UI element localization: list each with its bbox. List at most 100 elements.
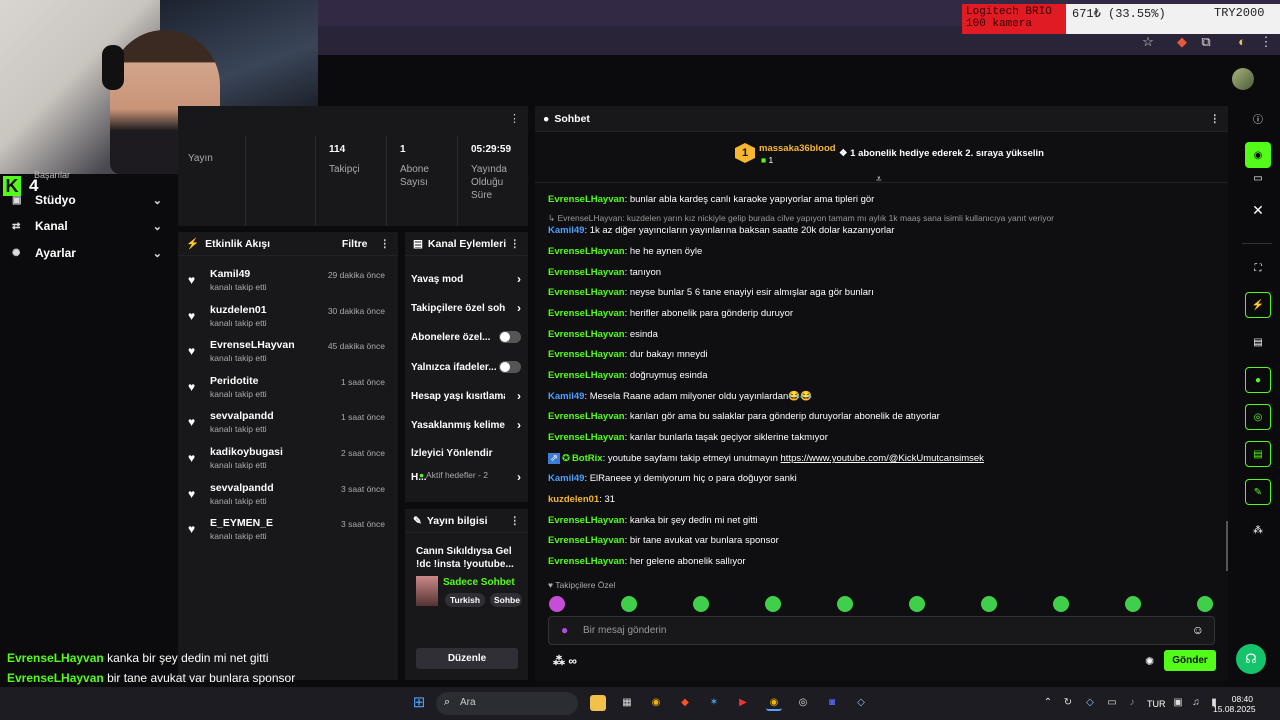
- chat-message[interactable]: Kamil49: ElRaneee yi demiyorum hiç o par…: [548, 473, 797, 484]
- info-icon[interactable]: ⓘ: [1245, 105, 1271, 131]
- chat-message[interactable]: EvrenseLHayvan: herifler abonelik para g…: [548, 308, 793, 319]
- chat-message[interactable]: EvrenseLHayvan: esinda: [548, 329, 658, 340]
- chat-username[interactable]: EvrenseLHayvan: [548, 246, 625, 257]
- feed-item[interactable]: ♥ EvrenseLHayvan kanalı takip etti 45 dakik…: [188, 339, 388, 375]
- tray-sync-icon[interactable]: ↻: [1060, 695, 1076, 711]
- emote-icon[interactable]: [1125, 596, 1141, 612]
- windows-start-icon[interactable]: ⊞: [411, 695, 427, 711]
- brave-icon[interactable]: ◆: [677, 695, 693, 711]
- chat-username[interactable]: EvrenseLHayvan: [548, 194, 625, 205]
- stream-category[interactable]: Sadece Sohbet: [443, 577, 515, 588]
- chrome-active-icon[interactable]: ◉: [766, 695, 782, 711]
- toggle-switch[interactable]: [499, 331, 521, 343]
- store-icon[interactable]: ▦: [619, 695, 635, 711]
- chat-message[interactable]: Kamil49: 1k az diğer yayıncıların yayınl…: [548, 225, 894, 236]
- channel-action-row[interactable]: Yasaklanmış kelimele ›: [411, 414, 521, 436]
- chat-message[interactable]: ↳ EvrenseLHayvan: kuzdelen yarın kız nic…: [548, 213, 1054, 224]
- bookmark-star-icon[interactable]: ☆: [1141, 35, 1155, 49]
- feed-item[interactable]: ♥ Kamil49 kanalı takip etti 29 dakika önce: [188, 268, 388, 304]
- chat-username[interactable]: EvrenseLHayvan: [548, 515, 625, 526]
- pinned-username[interactable]: massaka36blood: [759, 143, 836, 154]
- expand-icon[interactable]: ⩡: [876, 174, 886, 185]
- feed-item[interactable]: ♥ kadikoybugasi kanalı takip etti 2 saat ön…: [188, 446, 388, 482]
- emote-icon[interactable]: [693, 596, 709, 612]
- chat-username[interactable]: EvrenseLHayvan: [548, 432, 625, 443]
- chat-message[interactable]: EvrenseLHayvan: tanıyon: [548, 267, 661, 278]
- emote-icon[interactable]: [549, 596, 565, 612]
- chat-username[interactable]: EvrenseLHayvan: [548, 535, 625, 546]
- channel-actions-menu-icon[interactable]: ⋮: [510, 238, 521, 250]
- taskbar-search[interactable]: ⌕ Ara: [436, 692, 578, 715]
- volume-icon[interactable]: ♫: [1188, 695, 1204, 711]
- language-indicator[interactable]: TUR: [1147, 699, 1166, 709]
- feed-item[interactable]: ♥ Peridotite kanalı takip etti 1 saat önce: [188, 375, 388, 411]
- activity-rail-icon[interactable]: ⚡: [1245, 292, 1271, 318]
- fullscreen-icon[interactable]: ⛶: [1245, 255, 1271, 281]
- browser-menu-icon[interactable]: ⋮: [1259, 35, 1273, 49]
- emote-icon[interactable]: [981, 596, 997, 612]
- chat-username[interactable]: EvrenseLHayvan: [548, 329, 625, 340]
- stream-info-menu-icon[interactable]: ⋮: [510, 515, 521, 527]
- microphone-icon[interactable]: ●: [561, 623, 568, 637]
- chat-message[interactable]: EvrenseLHayvan: doğruymuş esinda: [548, 370, 708, 381]
- extensions-icon[interactable]: ⧉: [1199, 35, 1213, 49]
- chat-username[interactable]: EvrenseLHayvan: [548, 349, 625, 360]
- feed-item[interactable]: ♥ sevvalpandd kanalı takip etti 1 saat önce: [188, 410, 388, 446]
- channel-action-row[interactable]: Abonelere özel...: [411, 326, 521, 348]
- user-avatar[interactable]: [1232, 68, 1254, 90]
- apps-icon[interactable]: ⁂: [1245, 517, 1271, 543]
- chat-username[interactable]: BotRix: [572, 453, 603, 464]
- channel-action-row[interactable]: İzleyici Yönlendir: [411, 442, 521, 464]
- chat-username[interactable]: kuzdelen01: [548, 494, 599, 505]
- media-icon[interactable]: ▶: [735, 695, 751, 711]
- edit-stream-info-button[interactable]: Düzenle: [416, 648, 518, 669]
- chat-message[interactable]: EvrenseLHayvan: neyse bunlar 5 6 tane en…: [548, 287, 874, 298]
- channel-action-row[interactable]: Takipçilere özel sohb ›: [411, 297, 521, 319]
- profile-icon[interactable]: ◐: [1235, 35, 1249, 49]
- chat-message[interactable]: EvrenseLHayvan: bunlar abla kardeş canlı…: [548, 194, 874, 205]
- chat-message[interactable]: EvrenseLHayvan: bir tane avukat var bunl…: [548, 535, 779, 546]
- layout-icon[interactable]: ▭: [1245, 165, 1271, 191]
- emote-icon[interactable]: [1053, 596, 1069, 612]
- chat-message[interactable]: Kamil49: Mesela Raane adam milyoner oldu…: [548, 391, 812, 402]
- chat-username[interactable]: Kamil49: [548, 225, 584, 236]
- chat-message[interactable]: EvrenseLHayvan: he he aynen öyle: [548, 246, 702, 257]
- emoji-picker-icon[interactable]: ☺: [1192, 623, 1204, 637]
- chat-message[interactable]: ⇗ ✪ BotRix: youtube sayfamı takip etmeyi u…: [548, 453, 984, 464]
- chat-link[interactable]: https://www.youtube.com/@KickUmutcansims…: [781, 453, 984, 464]
- channel-action-row[interactable]: Hesap yaşı kısıtlama ›: [411, 385, 521, 407]
- send-button[interactable]: Gönder: [1164, 650, 1216, 671]
- tray-bluetooth-icon[interactable]: ▭: [1104, 695, 1120, 711]
- discord-icon[interactable]: ◙: [824, 695, 840, 711]
- emote-icon[interactable]: [909, 596, 925, 612]
- chat-message[interactable]: EvrenseLHayvan: her gelene abonelik sall…: [548, 556, 746, 567]
- close-icon[interactable]: ✕: [1245, 197, 1271, 223]
- file-explorer-icon[interactable]: [590, 695, 606, 711]
- achievements-label[interactable]: Başarılar: [34, 170, 70, 180]
- chat-message[interactable]: EvrenseLHayvan: karıları gör ama bu sala…: [548, 411, 940, 422]
- feed-item[interactable]: ♥ sevvalpandd kanalı takip etti 3 saat önce: [188, 482, 388, 518]
- feed-item[interactable]: ♥ E_EYMEN_E kanalı takip etti 3 saat önce: [188, 517, 388, 553]
- chat-message[interactable]: EvrenseLHayvan: kanka bir şey dedin mi n…: [548, 515, 758, 526]
- chat-message[interactable]: EvrenseLHayvan: dur bakayı mneydi: [548, 349, 707, 360]
- stream-signal-icon[interactable]: ◎: [1245, 404, 1271, 430]
- emote-icon[interactable]: [765, 596, 781, 612]
- active-goals[interactable]: ● Aktif hedefler - 2: [419, 470, 488, 480]
- nav-settings[interactable]: ✺ Ayarlar ⌄: [12, 243, 162, 263]
- tag-chat[interactable]: Sohbe: [490, 593, 522, 607]
- tray-mic-icon[interactable]: ♪: [1124, 695, 1140, 711]
- chat-username[interactable]: Kamil49: [548, 473, 584, 484]
- chat-settings-icon[interactable]: ✺: [1145, 655, 1154, 668]
- steam-icon[interactable]: ◇: [853, 695, 869, 711]
- network-icon[interactable]: ▣: [1170, 695, 1186, 711]
- chat-username[interactable]: Kamil49: [548, 391, 584, 402]
- emote-icon[interactable]: [1197, 596, 1213, 612]
- clock[interactable]: 08:40 15.08.2025: [1213, 694, 1256, 714]
- chat-username[interactable]: EvrenseLHayvan: [548, 308, 625, 319]
- chat-username[interactable]: EvrenseLHayvan: [548, 556, 625, 567]
- feed-item[interactable]: ♥ kuzdelen01 kanalı takip etti 30 dakika ön…: [188, 304, 388, 340]
- tag-turkish[interactable]: Turkish: [445, 593, 486, 607]
- chat-username[interactable]: EvrenseLHayvan: [548, 411, 625, 422]
- chrome-icon[interactable]: ◉: [648, 695, 664, 711]
- support-headset-icon[interactable]: ☊: [1236, 644, 1266, 674]
